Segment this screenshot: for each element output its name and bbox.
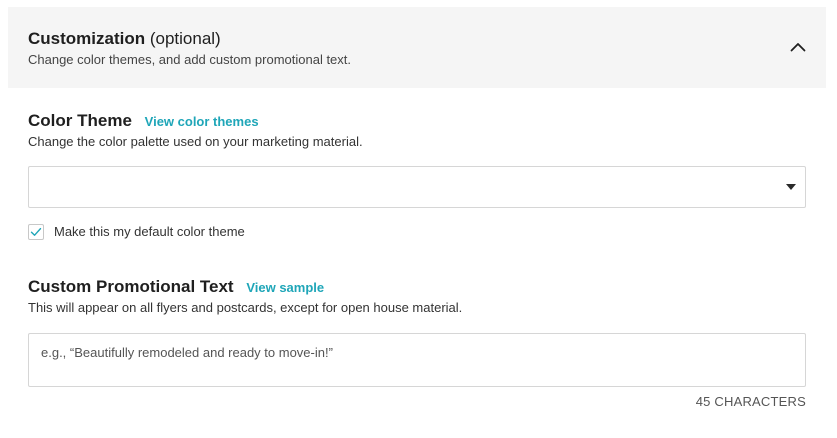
- color-theme-heading: Color Theme View color themes: [28, 111, 259, 132]
- view-color-themes-link[interactable]: View color themes: [145, 114, 259, 129]
- promo-text-description: This will appear on all flyers and postc…: [28, 300, 463, 315]
- collapse-button[interactable]: [788, 37, 808, 57]
- promo-text-placeholder: e.g., “Beautifully remodeled and ready t…: [41, 345, 333, 360]
- color-theme-select[interactable]: [28, 166, 806, 208]
- color-theme-description: Change the color palette used on your ma…: [28, 134, 363, 149]
- checkmark-icon: [30, 227, 42, 236]
- default-theme-row[interactable]: Make this my default color theme: [28, 224, 245, 240]
- view-sample-link[interactable]: View sample: [246, 280, 324, 295]
- promo-text-input[interactable]: e.g., “Beautifully remodeled and ready t…: [28, 333, 806, 387]
- panel-title-strong: Customization: [28, 29, 146, 48]
- default-theme-label: Make this my default color theme: [54, 224, 245, 239]
- character-count: 45 CHARACTERS: [695, 394, 806, 409]
- caret-down-icon: [786, 184, 796, 190]
- promo-text-title: Custom Promotional Text: [28, 277, 234, 296]
- panel-title-optional: (optional): [149, 29, 221, 48]
- promo-text-heading: Custom Promotional Text View sample: [28, 277, 324, 298]
- panel-subtitle: Change color themes, and add custom prom…: [28, 52, 352, 67]
- color-theme-title: Color Theme: [28, 111, 132, 130]
- default-theme-checkbox[interactable]: [28, 224, 44, 240]
- customization-panel-header[interactable]: Customization (optional) Change color th…: [8, 7, 826, 88]
- panel-title: Customization (optional): [28, 29, 221, 49]
- chevron-up-icon: [790, 43, 806, 52]
